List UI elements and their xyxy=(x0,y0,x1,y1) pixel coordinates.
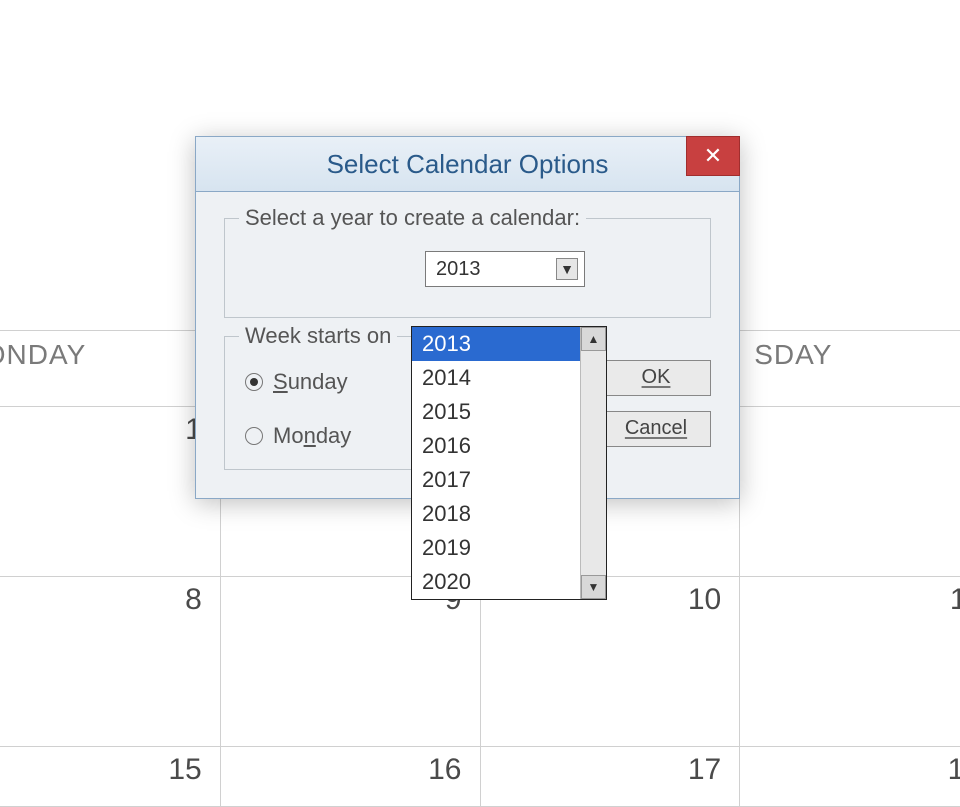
year-option[interactable]: 2020 xyxy=(412,565,580,599)
dropdown-scrollbar[interactable]: ▲ ▼ xyxy=(580,327,606,599)
ok-button[interactable]: OK xyxy=(601,360,711,396)
calendar-cell[interactable]: 15 xyxy=(0,747,220,807)
scroll-up-icon[interactable]: ▲ xyxy=(581,327,606,351)
close-button[interactable]: ✕ xyxy=(686,136,740,176)
year-option[interactable]: 2019 xyxy=(412,531,580,565)
radio-dot-icon xyxy=(245,373,263,391)
calendar-cell[interactable]: 8 xyxy=(0,577,220,747)
year-option[interactable]: 2017 xyxy=(412,463,580,497)
calendar-cell[interactable]: 11 xyxy=(740,577,960,747)
year-option[interactable]: 2014 xyxy=(412,361,580,395)
radio-sunday-label: Sunday xyxy=(273,369,348,395)
calendar-cell[interactable]: 4 xyxy=(740,407,960,577)
year-groupbox: Select a year to create a calendar: 2013… xyxy=(224,218,711,318)
calendar-cell[interactable]: 1 xyxy=(0,407,220,577)
cancel-button[interactable]: Cancel xyxy=(601,411,711,447)
week-group-label: Week starts on xyxy=(239,323,397,349)
year-option[interactable]: 2013 xyxy=(412,327,580,361)
radio-dot-icon xyxy=(245,427,263,445)
scroll-down-icon[interactable]: ▼ xyxy=(581,575,606,599)
close-icon: ✕ xyxy=(704,145,722,167)
radio-monday-label: Monday xyxy=(273,423,351,449)
weekday-header: SDAY xyxy=(740,331,960,407)
year-selected-value: 2013 xyxy=(436,258,481,281)
year-group-label: Select a year to create a calendar: xyxy=(239,205,586,231)
calendar-cell[interactable]: 18 xyxy=(740,747,960,807)
year-option[interactable]: 2016 xyxy=(412,429,580,463)
dialog-titlebar[interactable]: Select Calendar Options ✕ xyxy=(195,136,740,192)
calendar-cell[interactable]: 17 xyxy=(480,747,740,807)
calendar-cell[interactable]: 16 xyxy=(220,747,480,807)
year-combobox[interactable]: 2013 ▼ xyxy=(425,251,585,287)
chevron-down-icon[interactable]: ▼ xyxy=(556,258,578,280)
calendar-cell[interactable]: 9 xyxy=(220,577,480,747)
year-dropdown-list[interactable]: 20132014201520162017201820192020 ▲ ▼ xyxy=(411,326,607,600)
year-option[interactable]: 2015 xyxy=(412,395,580,429)
calendar-cell[interactable]: 10 xyxy=(480,577,740,747)
weekday-header: IONDAY xyxy=(0,331,220,407)
year-option[interactable]: 2018 xyxy=(412,497,580,531)
dialog-title: Select Calendar Options xyxy=(327,149,609,180)
